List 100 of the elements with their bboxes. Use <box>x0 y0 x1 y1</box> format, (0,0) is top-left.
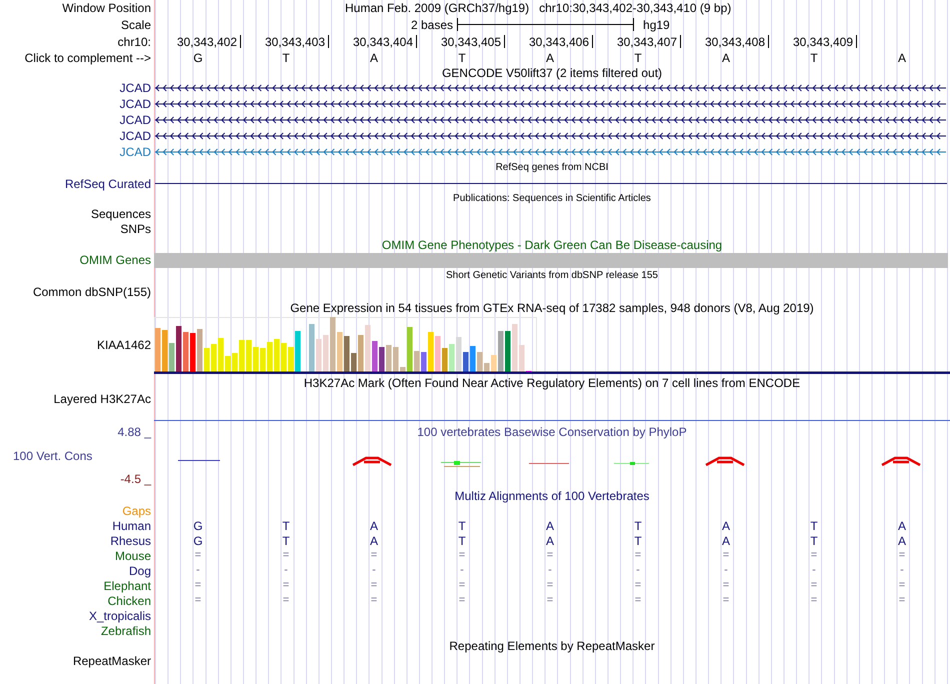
alignment-base: = <box>458 550 466 561</box>
tick-mark <box>240 35 241 48</box>
track-title: Repeating Elements by RepeatMasker <box>449 640 655 652</box>
gene-strand-line[interactable] <box>154 131 946 141</box>
alignment-base: = <box>898 595 906 606</box>
tick-mark <box>504 35 505 48</box>
alignment-base: A <box>370 534 378 546</box>
alignment-base: = <box>282 580 290 591</box>
gene-label[interactable]: JCAD <box>120 146 151 158</box>
alignment-base: T <box>634 520 642 532</box>
species-label: Rhesus <box>110 534 151 546</box>
expression-bar <box>267 342 272 372</box>
alignment-base: = <box>722 595 730 606</box>
expression-bar <box>393 347 398 372</box>
alignment-base: = <box>634 580 642 591</box>
expression-bar <box>358 335 364 372</box>
expression-bar <box>505 331 510 372</box>
base-letter[interactable]: A <box>898 52 906 64</box>
gene-strand-line[interactable] <box>154 99 946 109</box>
species-label: Chicken <box>108 594 151 606</box>
species-label: Mouse <box>114 550 151 562</box>
expression-bar <box>260 348 266 372</box>
alignment-base: = <box>898 580 906 591</box>
alignment-base: G <box>193 534 203 546</box>
expression-bar <box>211 344 216 372</box>
gene-strand-line[interactable] <box>154 115 946 125</box>
base-letter[interactable]: G <box>193 52 203 64</box>
expression-bar <box>498 331 504 372</box>
alignment-base: - <box>900 565 904 576</box>
tick-mark <box>592 35 593 48</box>
track-label: Layered H3K27Ac <box>54 392 151 404</box>
expression-bar <box>330 317 336 372</box>
alignment-base: - <box>636 565 640 576</box>
track-label: RepeatMasker <box>72 655 151 667</box>
expression-bar <box>477 352 482 372</box>
expression-bar <box>456 337 462 372</box>
track-label: Scale <box>120 18 151 30</box>
expression-bar <box>316 339 322 372</box>
track-label: OMIM Genes <box>80 254 151 266</box>
gene-label[interactable]: JCAD <box>120 98 151 110</box>
base-letter[interactable]: A <box>722 52 730 64</box>
base-letter[interactable]: A <box>546 52 554 64</box>
alignment-base: = <box>194 580 202 591</box>
species-label: Elephant <box>104 580 151 592</box>
track-label: KIAA1462 <box>96 339 151 351</box>
track-label: Sequences <box>90 208 151 220</box>
alignment-base: = <box>810 580 818 591</box>
expression-bar <box>176 326 182 372</box>
tick-mark <box>328 35 329 48</box>
alignment-base: = <box>282 550 290 561</box>
gene-strand-line[interactable] <box>154 83 946 93</box>
expression-bar <box>232 353 238 372</box>
expression-bar <box>274 339 280 372</box>
expression-bar <box>344 336 350 372</box>
axis-min-label: -4.5 _ <box>120 473 151 485</box>
alignment-base: T <box>810 534 818 546</box>
alignment-base: T <box>458 534 466 546</box>
alignment-base: = <box>370 550 378 561</box>
expression-bar <box>253 347 258 372</box>
alignment-base: A <box>898 520 906 532</box>
alignment-base: = <box>546 580 554 591</box>
track-title: H3K27Ac Mark (Often Found Near Active Regulatory Elements) on 7 cell lines from ENCODE <box>304 376 800 388</box>
base-letter[interactable]: T <box>810 52 818 64</box>
alignment-base: - <box>196 565 200 576</box>
base-letter[interactable]: A <box>370 52 378 64</box>
expression-bar <box>519 345 524 372</box>
gene-label[interactable]: JCAD <box>120 82 151 94</box>
alignment-base: - <box>724 565 728 576</box>
track-title: Multiz Alignments of 100 Vertebrates <box>454 490 650 502</box>
alignment-base: - <box>548 565 552 576</box>
assembly-label: Human Feb. 2009 (GRCh37/hg19) <box>345 2 530 14</box>
alignment-base: = <box>722 580 730 591</box>
species-label: Human <box>112 520 151 532</box>
gene-label[interactable]: JCAD <box>120 114 151 126</box>
alignment-base: = <box>810 550 818 561</box>
coordinate-label: 30,343,405 <box>440 36 501 48</box>
scale-text: 2 bases <box>411 18 454 30</box>
expression-bar <box>491 355 496 372</box>
base-letter[interactable]: T <box>282 52 290 64</box>
gene-label[interactable]: JCAD <box>120 130 151 142</box>
coordinate-label: 30,343,408 <box>704 36 765 48</box>
track-label: SNPs <box>120 223 151 235</box>
scale-database: hg19 <box>643 18 670 30</box>
track-title: Gene Expression in 54 tissues from GTEx RNA-seq of 17382 samples, 948 donors (V8, Aug 2019) <box>290 302 814 314</box>
coordinate-label: 30,343,404 <box>352 36 413 48</box>
expression-bar <box>288 347 294 372</box>
alignment-base: = <box>194 595 202 606</box>
alignment-base: - <box>284 565 288 576</box>
base-letter[interactable]: T <box>458 52 466 64</box>
tick-mark <box>768 35 769 48</box>
expression-bar <box>323 335 328 372</box>
base-letter[interactable]: T <box>634 52 642 64</box>
alignment-base: A <box>370 520 378 532</box>
expression-bar <box>407 327 412 372</box>
track-label[interactable]: Click to complement --> <box>24 52 151 64</box>
alignment-base: A <box>546 534 554 546</box>
track-title: 100 vertebrates Basewise Conservation by PhyloP <box>417 426 687 438</box>
expression-bar <box>512 324 518 372</box>
expression-bar <box>386 345 392 372</box>
alignment-base: = <box>370 580 378 591</box>
